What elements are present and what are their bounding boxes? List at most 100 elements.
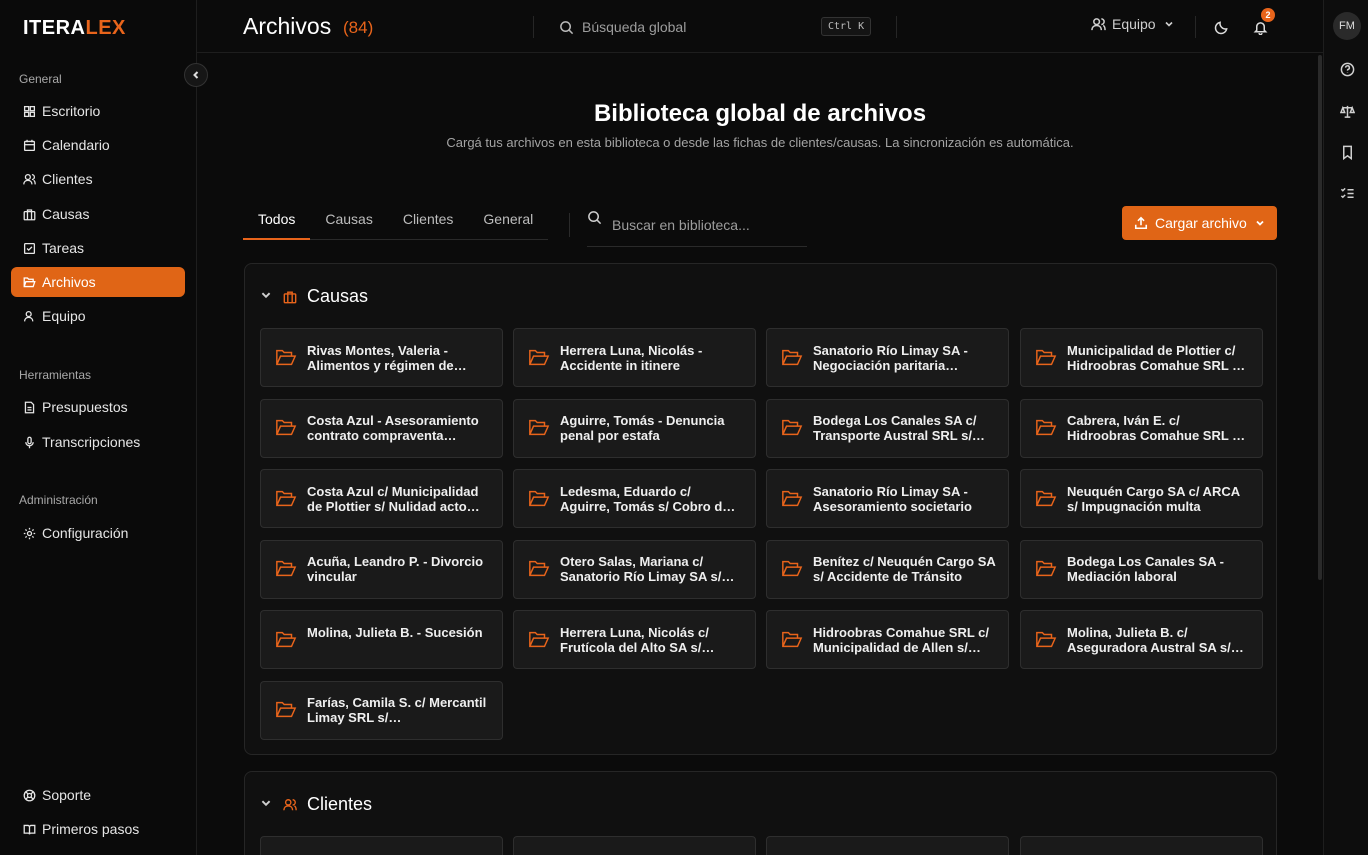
help-button[interactable] (1337, 59, 1357, 79)
folder-name: Hidroobras Comahue SRL c/ Municipalidad … (813, 624, 990, 655)
upload-file-button[interactable]: Cargar archivo (1122, 206, 1277, 240)
causas-section-header[interactable]: Causas (260, 286, 368, 307)
checkbox-icon (23, 242, 36, 254)
folder-name: Benítez c/ Neuquén Cargo SA s/ Accidente… (813, 554, 996, 584)
folder-card[interactable]: Sanatorio Río Limay SA - Asesoramiento s… (766, 469, 1009, 528)
shortcut-hint: Ctrl K (821, 17, 872, 36)
sidebar-item-equipo[interactable]: Equipo (11, 301, 185, 331)
folder-name: Acuña, Leandro P. - Divorcio vincular (307, 554, 484, 584)
theme-toggle-button[interactable] (1211, 17, 1231, 37)
folder-open-icon (276, 349, 297, 365)
folder-card[interactable] (513, 836, 756, 855)
sidebar-item-label: Archivos (42, 274, 96, 290)
scales-button[interactable] (1337, 101, 1357, 121)
sidebar-item-calendario[interactable]: Calendario (11, 130, 185, 160)
folder-name: Sanatorio Río Limay SA - Asesoramiento s… (813, 483, 972, 514)
sidebar-item-causas[interactable]: Causas (11, 199, 185, 229)
folder-open-icon (529, 490, 550, 506)
folder-name: Sanatorio Río Limay SA - Negociación par… (813, 342, 968, 373)
folder-card[interactable]: Farías, Camila S. c/ Mercantil Limay SRL… (260, 680, 503, 740)
help-icon (1340, 62, 1354, 76)
sidebar-item-presupuestos[interactable]: Presupuestos (11, 392, 185, 422)
sidebar-item-label: Presupuestos (42, 399, 128, 415)
folder-card[interactable]: Herrera Luna, Nicolás - Accidente in iti… (513, 328, 756, 387)
tab-clientes[interactable]: Clientes (388, 203, 469, 240)
chevron-down-icon (261, 800, 271, 806)
folder-card[interactable]: Aguirre, Tomás - Denuncia penal por esta… (513, 398, 756, 458)
folder-card[interactable]: Hidroobras Comahue SRL c/ Municipalidad … (766, 610, 1009, 669)
folder-card[interactable]: Cabrera, Iván E. c/ Hidroobras Comahue S… (1020, 398, 1263, 458)
sidebar-item-label: Causas (42, 206, 90, 222)
sidebar-collapse-button[interactable] (184, 63, 208, 87)
users-icon (1091, 17, 1106, 30)
folder-open-icon (276, 560, 297, 577)
folder-open-icon (529, 419, 550, 436)
folder-card[interactable]: Bodega Los Canales SA - Mediación labora… (1020, 539, 1263, 599)
main-content: Biblioteca global de archivos Cargá tus … (197, 53, 1318, 855)
folder-card[interactable]: Sanatorio Río Limay SA - Negociación par… (766, 328, 1009, 387)
folder-card[interactable] (766, 836, 1009, 855)
folder-card[interactable]: Molina, Julieta B. - Sucesión (260, 610, 503, 669)
folder-name: Herrera Luna, Nicolás c/ Frutícola del A… (560, 624, 715, 655)
folder-card[interactable]: Costa Azul - Asesoramiento contrato comp… (260, 398, 503, 458)
section-label-administracion: Administración (19, 493, 98, 507)
tab-general[interactable]: General (468, 203, 548, 240)
folder-name: Otero Salas, Mariana c/ Sanatorio Río Li… (560, 554, 735, 584)
folder-name: Farías, Camila S. c/ Mercantil Limay SRL… (307, 695, 487, 725)
briefcase-icon (23, 208, 36, 220)
document-icon (24, 401, 35, 413)
clientes-section-title: Clientes (307, 794, 373, 814)
scrollbar[interactable] (1318, 55, 1322, 580)
tab-causas[interactable]: Causas (310, 203, 387, 240)
sidebar-item-tareas[interactable]: Tareas (11, 233, 185, 263)
section-label-herramientas: Herramientas (19, 368, 92, 382)
folder-card[interactable]: Costa Azul c/ Municipalidad de Plottier … (260, 469, 503, 528)
folder-card[interactable]: Otero Salas, Mariana c/ Sanatorio Río Li… (513, 539, 756, 599)
search-icon (560, 20, 574, 34)
library-search-input[interactable]: Buscar en biblioteca... (587, 203, 807, 247)
tab-todos[interactable]: Todos (243, 203, 311, 240)
divider (533, 16, 534, 38)
folder-card[interactable]: Molina, Julieta B. c/ Aseguradora Austra… (1020, 610, 1263, 669)
app: ITERALEX General Escritorio Calendario C… (0, 0, 1368, 855)
folder-card[interactable] (1020, 836, 1263, 855)
sidebar-item-archivos[interactable]: Archivos (11, 267, 185, 297)
folder-card[interactable]: Neuquén Cargo SA c/ ARCA s/ Impugnación … (1020, 469, 1263, 528)
sidebar-item-configuracion[interactable]: Configuración (11, 518, 185, 548)
section-label-general: General (19, 72, 62, 86)
folder-card[interactable]: Rivas Montes, Valeria - Alimentos y régi… (260, 328, 503, 387)
chevron-left-icon (193, 71, 199, 79)
right-rail: FM (1323, 0, 1368, 855)
global-search-placeholder: Búsqueda global (582, 19, 687, 35)
avatar[interactable]: FM (1333, 12, 1361, 40)
brand-logo[interactable]: ITERALEX (23, 17, 126, 40)
divider (896, 16, 897, 38)
clientes-section: Clientes (244, 771, 1277, 855)
clientes-section-header[interactable]: Clientes (260, 794, 372, 815)
folder-card[interactable]: Benítez c/ Neuquén Cargo SA s/ Accidente… (766, 539, 1009, 599)
sidebar-item-escritorio[interactable]: Escritorio (11, 96, 185, 126)
calendar-icon (23, 139, 36, 151)
folder-icon (23, 276, 36, 287)
sidebar-item-soporte[interactable]: Soporte (11, 780, 185, 810)
sidebar-item-transcripciones[interactable]: Transcripciones (11, 427, 185, 457)
page-title: Archivos (243, 13, 332, 39)
folder-name: Municipalidad de Plottier c/ Hidroobras … (1067, 342, 1246, 373)
folder-card[interactable] (260, 836, 503, 855)
folder-card[interactable]: Ledesma, Eduardo c/ Aguirre, Tomás s/ Co… (513, 469, 756, 528)
lifebuoy-icon (23, 789, 36, 801)
library-search-placeholder: Buscar en biblioteca... (612, 216, 750, 233)
notification-badge: 2 (1261, 8, 1275, 22)
folder-card[interactable]: Herrera Luna, Nicolás c/ Frutícola del A… (513, 610, 756, 669)
folder-card[interactable]: Acuña, Leandro P. - Divorcio vincular (260, 539, 503, 599)
team-selector[interactable]: Equipo (1091, 16, 1174, 32)
sidebar-item-primeros-pasos[interactable]: Primeros pasos (11, 814, 185, 844)
sidebar-item-label: Soporte (42, 787, 92, 803)
checklist-button[interactable] (1337, 183, 1357, 203)
grid-icon (23, 105, 36, 117)
bookmark-button[interactable] (1337, 142, 1357, 162)
sidebar-item-clientes[interactable]: Clientes (11, 164, 185, 194)
folder-card[interactable]: Municipalidad de Plottier c/ Hidroobras … (1020, 328, 1263, 387)
folder-card[interactable]: Bodega Los Canales SA c/ Transporte Aust… (766, 398, 1009, 458)
library-title: Biblioteca global de archivos (593, 100, 927, 127)
